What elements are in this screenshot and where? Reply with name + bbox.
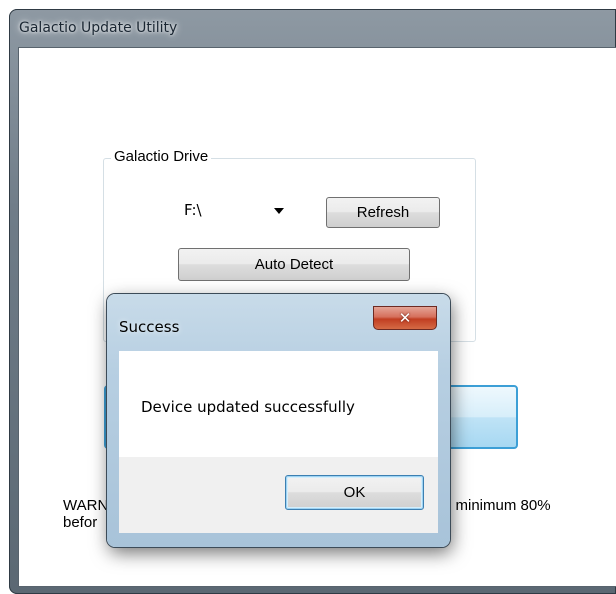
close-icon: ✕ xyxy=(398,309,412,327)
close-button[interactable]: ✕ xyxy=(373,306,437,330)
ok-button[interactable]: OK xyxy=(285,475,424,510)
group-title: Galactio Drive xyxy=(111,148,212,165)
dialog-body: Device updated successfully xyxy=(119,351,438,457)
warning-line-2: befor xyxy=(63,514,98,531)
window-title: Galactio Update Utility xyxy=(19,20,178,36)
dialog-footer: OK xyxy=(119,457,438,533)
drive-select[interactable]: F:\ xyxy=(178,196,294,224)
main-titlebar[interactable]: Galactio Update Utility xyxy=(9,9,616,47)
auto-detect-button[interactable]: Auto Detect xyxy=(178,248,410,281)
dialog-title: Success xyxy=(119,318,180,336)
warning-line-1: WARN xyxy=(63,497,109,514)
dialog-message: Device updated successfully xyxy=(141,398,355,416)
success-dialog: Success ✕ Device updated successfully OK xyxy=(107,294,450,547)
warning-text-right: o minimum 80% xyxy=(443,497,551,514)
drive-select-value: F:\ xyxy=(184,201,202,219)
dialog-titlebar[interactable]: Success ✕ xyxy=(107,294,450,348)
chevron-down-icon[interactable] xyxy=(274,208,284,214)
refresh-button[interactable]: Refresh xyxy=(326,197,440,228)
